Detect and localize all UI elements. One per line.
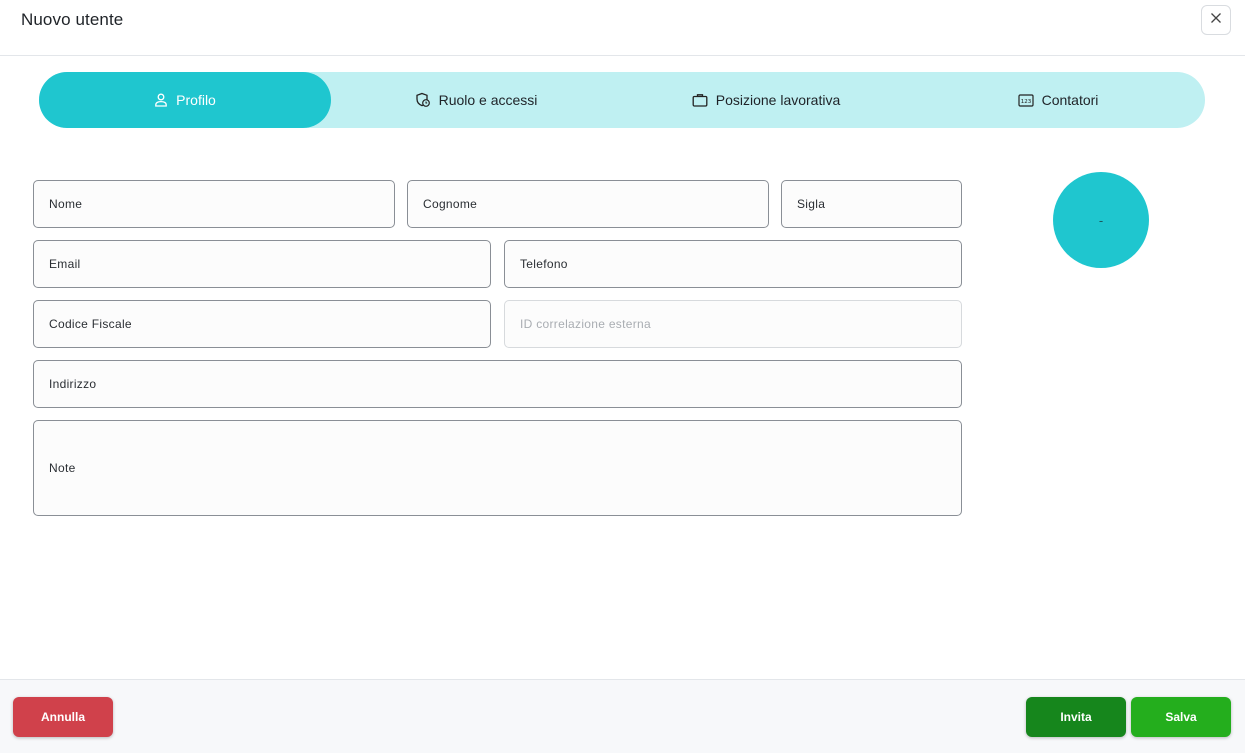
telefono-field[interactable]: Telefono <box>504 240 962 288</box>
field-label: Email <box>49 257 81 271</box>
avatar-initials: - <box>1098 212 1104 228</box>
field-label: ID correlazione esterna <box>520 317 651 331</box>
tab-profilo[interactable]: Profilo <box>39 72 331 128</box>
cognome-field[interactable]: Cognome <box>407 180 769 228</box>
tab-bar: Profilo Ruolo e accessi Posizione lavora… <box>39 72 1205 128</box>
tab-contatori[interactable]: 123 Contatori <box>911 72 1205 128</box>
avatar[interactable]: - <box>1053 172 1149 268</box>
sigla-field[interactable]: Sigla <box>781 180 962 228</box>
codice-fiscale-field[interactable]: Codice Fiscale <box>33 300 491 348</box>
tab-label: Ruolo e accessi <box>438 92 538 108</box>
new-user-dialog: Nuovo utente Profilo Ruolo e accessi Pos… <box>0 0 1245 753</box>
dialog-footer: Annulla Invita Salva <box>0 679 1245 753</box>
note-textarea[interactable]: Note <box>33 420 962 516</box>
field-label: Indirizzo <box>49 377 97 391</box>
dialog-title: Nuovo utente <box>21 10 124 29</box>
tab-label: Posizione lavorativa <box>715 92 841 108</box>
tab-ruolo-e-accessi[interactable]: Ruolo e accessi <box>331 72 621 128</box>
close-icon <box>1210 11 1222 29</box>
close-button[interactable] <box>1201 5 1231 35</box>
tab-label: Contatori <box>1041 92 1099 108</box>
indirizzo-field[interactable]: Indirizzo <box>33 360 962 408</box>
id-correlazione-esterna-field: ID correlazione esterna <box>504 300 962 348</box>
save-button[interactable]: Salva <box>1131 697 1231 737</box>
field-label: Telefono <box>520 257 568 271</box>
tab-posizione-lavorativa[interactable]: Posizione lavorativa <box>621 72 911 128</box>
nome-field[interactable]: Nome <box>33 180 395 228</box>
field-label: Note <box>49 461 76 475</box>
cancel-button[interactable]: Annulla <box>13 697 113 737</box>
invite-button[interactable]: Invita <box>1026 697 1126 737</box>
field-label: Sigla <box>797 197 826 211</box>
shield-clock-icon <box>415 92 431 108</box>
briefcase-icon <box>692 93 708 107</box>
user-icon <box>154 93 168 107</box>
svg-text:123: 123 <box>1020 98 1031 104</box>
field-label: Nome <box>49 197 83 211</box>
field-label: Cognome <box>423 197 478 211</box>
counter-123-icon: 123 <box>1017 93 1034 107</box>
field-label: Codice Fiscale <box>49 317 132 331</box>
dialog-header: Nuovo utente <box>0 0 1245 56</box>
tab-label: Profilo <box>176 92 216 108</box>
email-field[interactable]: Email <box>33 240 491 288</box>
